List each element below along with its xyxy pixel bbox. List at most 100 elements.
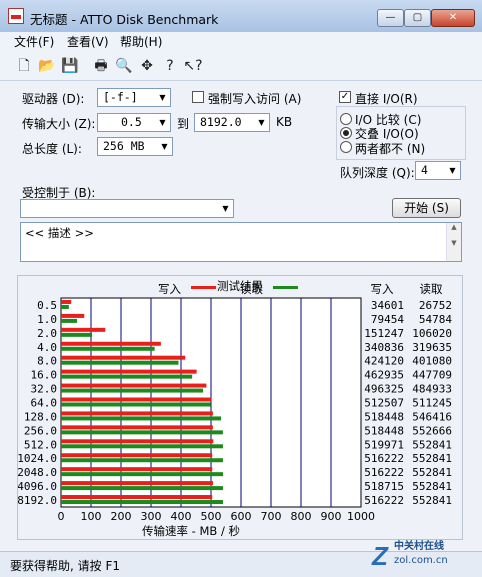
- y-tick-label: 4.0: [37, 341, 57, 354]
- chevron-down-icon: ▼: [159, 118, 166, 127]
- write-bar: [61, 327, 106, 332]
- save-icon[interactable]: 💾: [60, 56, 80, 76]
- x-axis-label: 传输速率 - MB / 秒: [142, 524, 240, 538]
- read-column-header: 读取: [420, 282, 443, 296]
- close-button[interactable]: ✕: [431, 9, 475, 27]
- print-icon[interactable]: 🖶: [91, 56, 111, 76]
- read-bar: [61, 402, 211, 407]
- read-value: 552841: [412, 480, 452, 493]
- write-bar: [61, 397, 212, 402]
- context-help-icon[interactable]: ↖?: [183, 56, 203, 76]
- read-bar: [61, 458, 223, 463]
- write-value: 518448: [364, 410, 404, 423]
- open-folder-icon[interactable]: 📂: [37, 56, 57, 76]
- write-value: 340836: [364, 341, 404, 354]
- menu-file[interactable]: 文件(F): [10, 32, 58, 52]
- overlap-io-radio[interactable]: [340, 127, 352, 139]
- move-icon[interactable]: ✥: [137, 56, 157, 76]
- controlled-by-select[interactable]: ▼: [20, 199, 234, 218]
- y-tick-label: 32.0: [31, 383, 58, 396]
- queue-depth-label: 队列深度 (Q):: [340, 166, 415, 180]
- legend-read-swatch: [273, 286, 298, 289]
- description-text: << 描述 >>: [25, 226, 94, 240]
- read-value: 106020: [412, 327, 452, 340]
- results-chart: 测试结果写入 读取 写入 读取0 100 200 300 400 500 600 700 800 900…: [18, 279, 452, 538]
- maximize-button[interactable]: ▢: [404, 9, 431, 27]
- read-value: 552841: [412, 438, 452, 451]
- read-bar: [61, 486, 223, 491]
- results-panel: 测试结果 写入 读取 写入 读取 0 100 200 300 400 500 600 700 800 900…: [17, 275, 463, 540]
- transfer-to-value: 8192.0: [200, 115, 242, 129]
- description-scrollbar[interactable]: ▲ ▼: [446, 223, 461, 261]
- read-value: 552666: [412, 424, 452, 437]
- y-tick-label: 64.0: [31, 397, 58, 410]
- legend-write-swatch: [191, 286, 216, 289]
- x-tick-label: 800: [291, 510, 312, 523]
- y-tick-label: 128.0: [24, 410, 57, 423]
- start-button[interactable]: 开始 (S): [392, 198, 461, 218]
- watermark-url: zol.com.cn: [394, 555, 448, 566]
- menu-bar: 文件(F) 查看(V) 帮助(H): [0, 32, 482, 52]
- y-tick-label: 16.0: [31, 369, 58, 382]
- read-bar: [61, 374, 193, 379]
- x-tick-label: 400: [171, 510, 192, 523]
- write-value: 512507: [364, 397, 404, 410]
- transfer-size-label: 传输大小 (Z):: [22, 117, 96, 131]
- x-tick-label: 700: [261, 510, 282, 523]
- neither-radio[interactable]: [340, 141, 352, 153]
- write-bar: [61, 411, 213, 416]
- read-bar: [61, 304, 69, 309]
- write-bar: [61, 481, 213, 486]
- write-value: 151247: [364, 327, 404, 340]
- queue-depth-value: 4: [421, 163, 428, 177]
- write-bar: [61, 453, 213, 458]
- to-label: 到: [177, 117, 190, 131]
- total-length-select[interactable]: 256 MB ▼: [97, 137, 173, 156]
- help-icon[interactable]: ?: [160, 56, 180, 76]
- transfer-from-select[interactable]: 0.5 ▼: [97, 113, 171, 132]
- y-tick-label: 1.0: [37, 313, 57, 326]
- write-value: 79454: [371, 313, 404, 326]
- x-tick-label: 600: [231, 510, 252, 523]
- minimize-button[interactable]: —: [377, 9, 404, 27]
- direct-io-checkbox[interactable]: ✓: [339, 91, 351, 103]
- read-bar: [61, 346, 155, 351]
- write-column-header: 写入: [371, 282, 394, 296]
- write-value: 516222: [364, 466, 404, 479]
- x-tick-label: 200: [111, 510, 132, 523]
- write-bar: [61, 467, 213, 472]
- menu-view[interactable]: 查看(V): [63, 32, 113, 52]
- force-write-checkbox[interactable]: [192, 91, 204, 103]
- write-value: 424120: [364, 355, 404, 368]
- chevron-down-icon: ▼: [258, 118, 265, 127]
- drive-label: 驱动器 (D):: [22, 92, 85, 106]
- read-bar: [61, 318, 78, 323]
- x-tick-label: 900: [321, 510, 342, 523]
- transfer-to-select[interactable]: 8192.0 ▼: [194, 113, 270, 132]
- queue-depth-select[interactable]: 4 ▼: [415, 161, 461, 180]
- y-tick-label: 256.0: [24, 424, 57, 437]
- write-bar: [61, 355, 186, 360]
- force-write-label: 强制写入访问 (A): [208, 92, 302, 106]
- app-icon: [8, 8, 24, 24]
- io-compare-radio[interactable]: [340, 113, 352, 125]
- x-tick-label: 300: [141, 510, 162, 523]
- read-bar: [61, 332, 93, 337]
- drive-select[interactable]: [-f-] ▼: [97, 88, 171, 107]
- status-text: 要获得帮助, 请按 F1: [10, 559, 120, 573]
- read-bar: [61, 500, 223, 505]
- y-tick-label: 2.0: [37, 327, 57, 340]
- print-preview-icon[interactable]: 🔍: [114, 56, 134, 76]
- write-bar: [61, 341, 161, 346]
- write-value: 516222: [364, 452, 404, 465]
- transfer-from-value: 0.5: [121, 115, 142, 129]
- new-file-icon[interactable]: 🗋: [14, 56, 34, 76]
- read-value: 552841: [412, 494, 452, 507]
- menu-help[interactable]: 帮助(H): [116, 32, 166, 52]
- kb-label: KB: [276, 115, 293, 129]
- y-tick-label: 0.5: [37, 299, 57, 312]
- x-tick-label: 500: [201, 510, 222, 523]
- x-tick-label: 1000: [347, 510, 375, 523]
- x-tick-label: 0: [58, 510, 65, 523]
- description-field[interactable]: << 描述 >> ▲ ▼: [20, 222, 462, 262]
